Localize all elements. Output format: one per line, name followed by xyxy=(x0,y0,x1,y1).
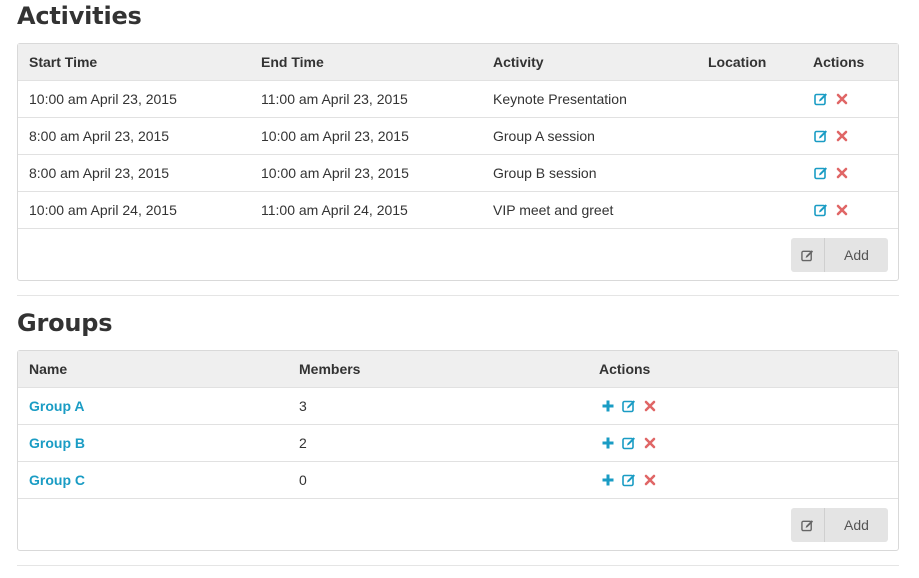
activities-title: Activities xyxy=(17,2,142,30)
table-row: 8:00 am April 23, 2015 10:00 am April 23… xyxy=(18,155,898,192)
edit-icon[interactable] xyxy=(622,436,636,450)
edit-icon xyxy=(791,508,825,542)
add-activity-button[interactable]: Add xyxy=(791,238,888,272)
table-row: 10:00 am April 23, 2015 11:00 am April 2… xyxy=(18,81,898,118)
column-header-members: Members xyxy=(299,361,361,377)
column-header-end-time: End Time xyxy=(261,54,324,70)
end-time-cell: 11:00 am April 24, 2015 xyxy=(261,202,408,218)
column-header-activity: Activity xyxy=(493,54,544,70)
group-name-link[interactable]: Group C xyxy=(29,462,85,498)
row-actions xyxy=(814,118,849,154)
start-time-cell: 10:00 am April 24, 2015 xyxy=(29,202,177,218)
activity-cell: Keynote Presentation xyxy=(493,91,627,107)
section-divider xyxy=(17,565,899,566)
row-actions xyxy=(601,462,657,498)
column-header-name: Name xyxy=(29,361,68,377)
end-time-cell: 10:00 am April 23, 2015 xyxy=(261,128,409,144)
plus-icon[interactable] xyxy=(601,436,615,450)
activities-panel: Start Time End Time Activity Location Ac… xyxy=(17,43,899,281)
column-header-actions: Actions xyxy=(599,361,651,377)
column-header-actions: Actions xyxy=(813,54,865,70)
column-header-start-time: Start Time xyxy=(29,54,98,70)
members-count: 2 xyxy=(299,435,307,451)
activity-cell: Group B session xyxy=(493,165,597,181)
edit-icon[interactable] xyxy=(814,129,828,143)
table-row: 8:00 am April 23, 2015 10:00 am April 23… xyxy=(18,118,898,155)
section-divider xyxy=(17,295,899,296)
table-row: Group C 0 xyxy=(18,462,898,499)
column-header-location: Location xyxy=(708,54,767,70)
add-button-label: Add xyxy=(844,247,869,263)
group-name-link[interactable]: Group A xyxy=(29,388,84,424)
row-actions xyxy=(601,425,657,461)
edit-icon[interactable] xyxy=(622,399,636,413)
edit-icon[interactable] xyxy=(814,203,828,217)
delete-icon[interactable] xyxy=(643,399,657,413)
activity-cell: VIP meet and greet xyxy=(493,202,614,218)
delete-icon[interactable] xyxy=(643,473,657,487)
table-row: Group B 2 xyxy=(18,425,898,462)
edit-icon[interactable] xyxy=(814,166,828,180)
members-count: 0 xyxy=(299,472,307,488)
start-time-cell: 10:00 am April 23, 2015 xyxy=(29,91,177,107)
delete-icon[interactable] xyxy=(835,92,849,106)
edit-icon xyxy=(791,238,825,272)
plus-icon[interactable] xyxy=(601,399,615,413)
delete-icon[interactable] xyxy=(835,203,849,217)
delete-icon[interactable] xyxy=(643,436,657,450)
edit-icon[interactable] xyxy=(814,92,828,106)
delete-icon[interactable] xyxy=(835,166,849,180)
end-time-cell: 11:00 am April 23, 2015 xyxy=(261,91,408,107)
table-row: Group A 3 xyxy=(18,388,898,425)
row-actions xyxy=(601,388,657,424)
plus-icon[interactable] xyxy=(601,473,615,487)
row-actions xyxy=(814,81,849,117)
edit-icon[interactable] xyxy=(622,473,636,487)
activity-cell: Group A session xyxy=(493,128,595,144)
group-name-link[interactable]: Group B xyxy=(29,425,85,461)
table-row: 10:00 am April 24, 2015 11:00 am April 2… xyxy=(18,192,898,229)
start-time-cell: 8:00 am April 23, 2015 xyxy=(29,128,170,144)
row-actions xyxy=(814,192,849,228)
row-actions xyxy=(814,155,849,191)
add-button-label: Add xyxy=(844,517,869,533)
members-count: 3 xyxy=(299,398,307,414)
add-group-button[interactable]: Add xyxy=(791,508,888,542)
end-time-cell: 10:00 am April 23, 2015 xyxy=(261,165,409,181)
groups-header-row: Name Members Actions xyxy=(18,351,898,388)
start-time-cell: 8:00 am April 23, 2015 xyxy=(29,165,170,181)
activities-header-row: Start Time End Time Activity Location Ac… xyxy=(18,44,898,81)
groups-title: Groups xyxy=(17,309,113,337)
delete-icon[interactable] xyxy=(835,129,849,143)
groups-panel: Name Members Actions Group A 3 Group B 2… xyxy=(17,350,899,551)
